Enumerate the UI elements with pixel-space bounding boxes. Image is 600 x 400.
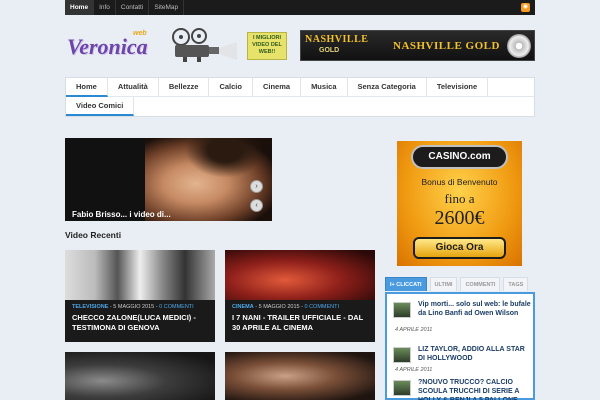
video-category[interactable]: CINEMA: [232, 304, 254, 310]
topnav-contatti[interactable]: Contatti: [116, 0, 150, 15]
video-card[interactable]: TELEVISIONE - 5 MAGGIO 2015 - 0 COMMENTI…: [65, 250, 215, 342]
post-title[interactable]: LIZ TAYLOR, ADDIO ALLA STAR DI HOLLYWOOD: [418, 345, 533, 363]
post-date: 4 APRILE 2011: [395, 327, 433, 333]
post-thumbnail[interactable]: [393, 302, 411, 318]
slider-image-detail: [185, 138, 265, 178]
video-thumbnail[interactable]: [65, 250, 215, 300]
ad-line-3: 2600€: [434, 207, 485, 229]
topnav-home[interactable]: Home: [65, 0, 95, 15]
video-title[interactable]: CHECCO ZALONE(LUCA MEDICI) - TESTIMONA D…: [72, 313, 208, 333]
logo-text: Veronica: [67, 34, 148, 59]
tab-bar: I+ CLICCATI ULTIMI COMMENTI TAGS: [385, 277, 535, 292]
featured-slider[interactable]: Fabio Brisso... i video di...: [65, 138, 272, 221]
recent-videos-heading: Video Recenti: [65, 230, 122, 240]
disc-icon: [507, 34, 531, 58]
nav-home[interactable]: Home: [66, 78, 108, 97]
main-nav-row-2: Video Comici: [66, 97, 534, 116]
video-card[interactable]: CINEMA - 5 MAGGIO 2015 - 0 COMMENTI I 7 …: [225, 250, 375, 342]
slider-next-icon[interactable]: ›: [250, 180, 263, 193]
nav-video-comici[interactable]: Video Comici: [66, 97, 135, 116]
tab-comments[interactable]: COMMENTI: [460, 277, 501, 291]
tab-latest[interactable]: ULTIMI: [429, 277, 458, 291]
slider-caption[interactable]: Fabio Brisso... i video di...: [72, 210, 171, 219]
nashville-gold-banner[interactable]: NASHVILLE GOLD NASHVILLE GOLD: [300, 30, 535, 61]
video-card[interactable]: [225, 352, 375, 400]
tab-most-clicked[interactable]: I+ CLICCATI: [385, 277, 427, 291]
video-info: TELEVISIONE - 5 MAGGIO 2015 - 0 COMMENTI…: [65, 300, 215, 342]
video-meta: TELEVISIONE - 5 MAGGIO 2015 - 0 COMMENTI: [72, 304, 208, 310]
topnav-sitemap[interactable]: SiteMap: [149, 0, 185, 15]
banner-left-sub: GOLD: [319, 47, 340, 54]
ad-cta-button[interactable]: Gioca Ora: [413, 237, 506, 259]
film-projector-icon: [172, 28, 237, 62]
post-title[interactable]: Vip morti... solo sul web: le bufale da …: [418, 300, 533, 318]
nav-calcio[interactable]: Calcio: [209, 78, 253, 97]
top-nav: Home Info Contatti SiteMap: [65, 0, 535, 15]
nav-attualita[interactable]: Attualità: [108, 78, 159, 97]
banner-right-title: NASHVILLE GOLD: [393, 40, 500, 52]
top-bar: Home Info Contatti SiteMap ◉: [65, 0, 535, 15]
post-thumbnail[interactable]: [393, 347, 411, 363]
nav-musica[interactable]: Musica: [301, 78, 348, 97]
tab-tags[interactable]: TAGS: [503, 277, 529, 291]
ad-brand: CASINO.com: [411, 145, 508, 169]
main-nav-row-1: Home Attualità Bellezze Calcio Cinema Mu…: [66, 78, 534, 97]
ad-line-1: Bonus di Benvenuto: [421, 177, 498, 187]
main-nav: Home Attualità Bellezze Calcio Cinema Mu…: [65, 77, 535, 117]
slider-prev-icon[interactable]: ‹: [250, 199, 263, 212]
post-thumbnail[interactable]: [393, 380, 411, 396]
nav-senza-categoria[interactable]: Senza Categoria: [348, 78, 427, 97]
video-date: 5 MAGGIO 2015: [258, 304, 300, 310]
popular-tabs-widget: I+ CLICCATI ULTIMI COMMENTI TAGS Vip mor…: [385, 277, 535, 400]
video-thumbnail[interactable]: [225, 250, 375, 300]
video-thumbnail[interactable]: [65, 352, 215, 400]
topnav-info[interactable]: Info: [94, 0, 116, 15]
site-logo[interactable]: Veronica web: [67, 30, 157, 62]
video-thumbnail[interactable]: [225, 352, 375, 400]
nav-cinema[interactable]: Cinema: [253, 78, 302, 97]
post-date: 4 APRILE 2011: [395, 367, 433, 373]
video-card[interactable]: [65, 352, 215, 400]
rss-icon[interactable]: ◉: [521, 3, 530, 12]
post-title[interactable]: ?NOUVO TRUCCO? CALCIO SCOULA TRUCCHI DI …: [418, 378, 533, 400]
video-meta: CINEMA - 5 MAGGIO 2015 - 0 COMMENTI: [232, 304, 368, 310]
video-comments[interactable]: 0 COMMENTI: [159, 304, 194, 310]
video-date: 5 MAGGIO 2015: [113, 304, 155, 310]
best-videos-badge: I MIGLIORI VIDEO DEL WEB!!: [247, 32, 287, 60]
nav-bellezze[interactable]: Bellezze: [159, 78, 210, 97]
nav-televisione[interactable]: Televisione: [427, 78, 489, 97]
video-title[interactable]: I 7 NANI - TRAILER UFFICIALE - DAL 30 AP…: [232, 313, 368, 333]
logo-suffix: web: [133, 30, 147, 37]
banner-left-title: NASHVILLE: [305, 34, 369, 45]
video-category[interactable]: TELEVISIONE: [72, 304, 108, 310]
ad-line-2: fino a: [444, 191, 475, 206]
video-comments[interactable]: 0 COMMENTI: [304, 304, 339, 310]
video-info: CINEMA - 5 MAGGIO 2015 - 0 COMMENTI I 7 …: [225, 300, 375, 342]
tab-content: Vip morti... solo sul web: le bufale da …: [385, 292, 535, 400]
casino-ad[interactable]: CASINO.com Bonus di Benvenuto fino a 260…: [397, 141, 522, 266]
